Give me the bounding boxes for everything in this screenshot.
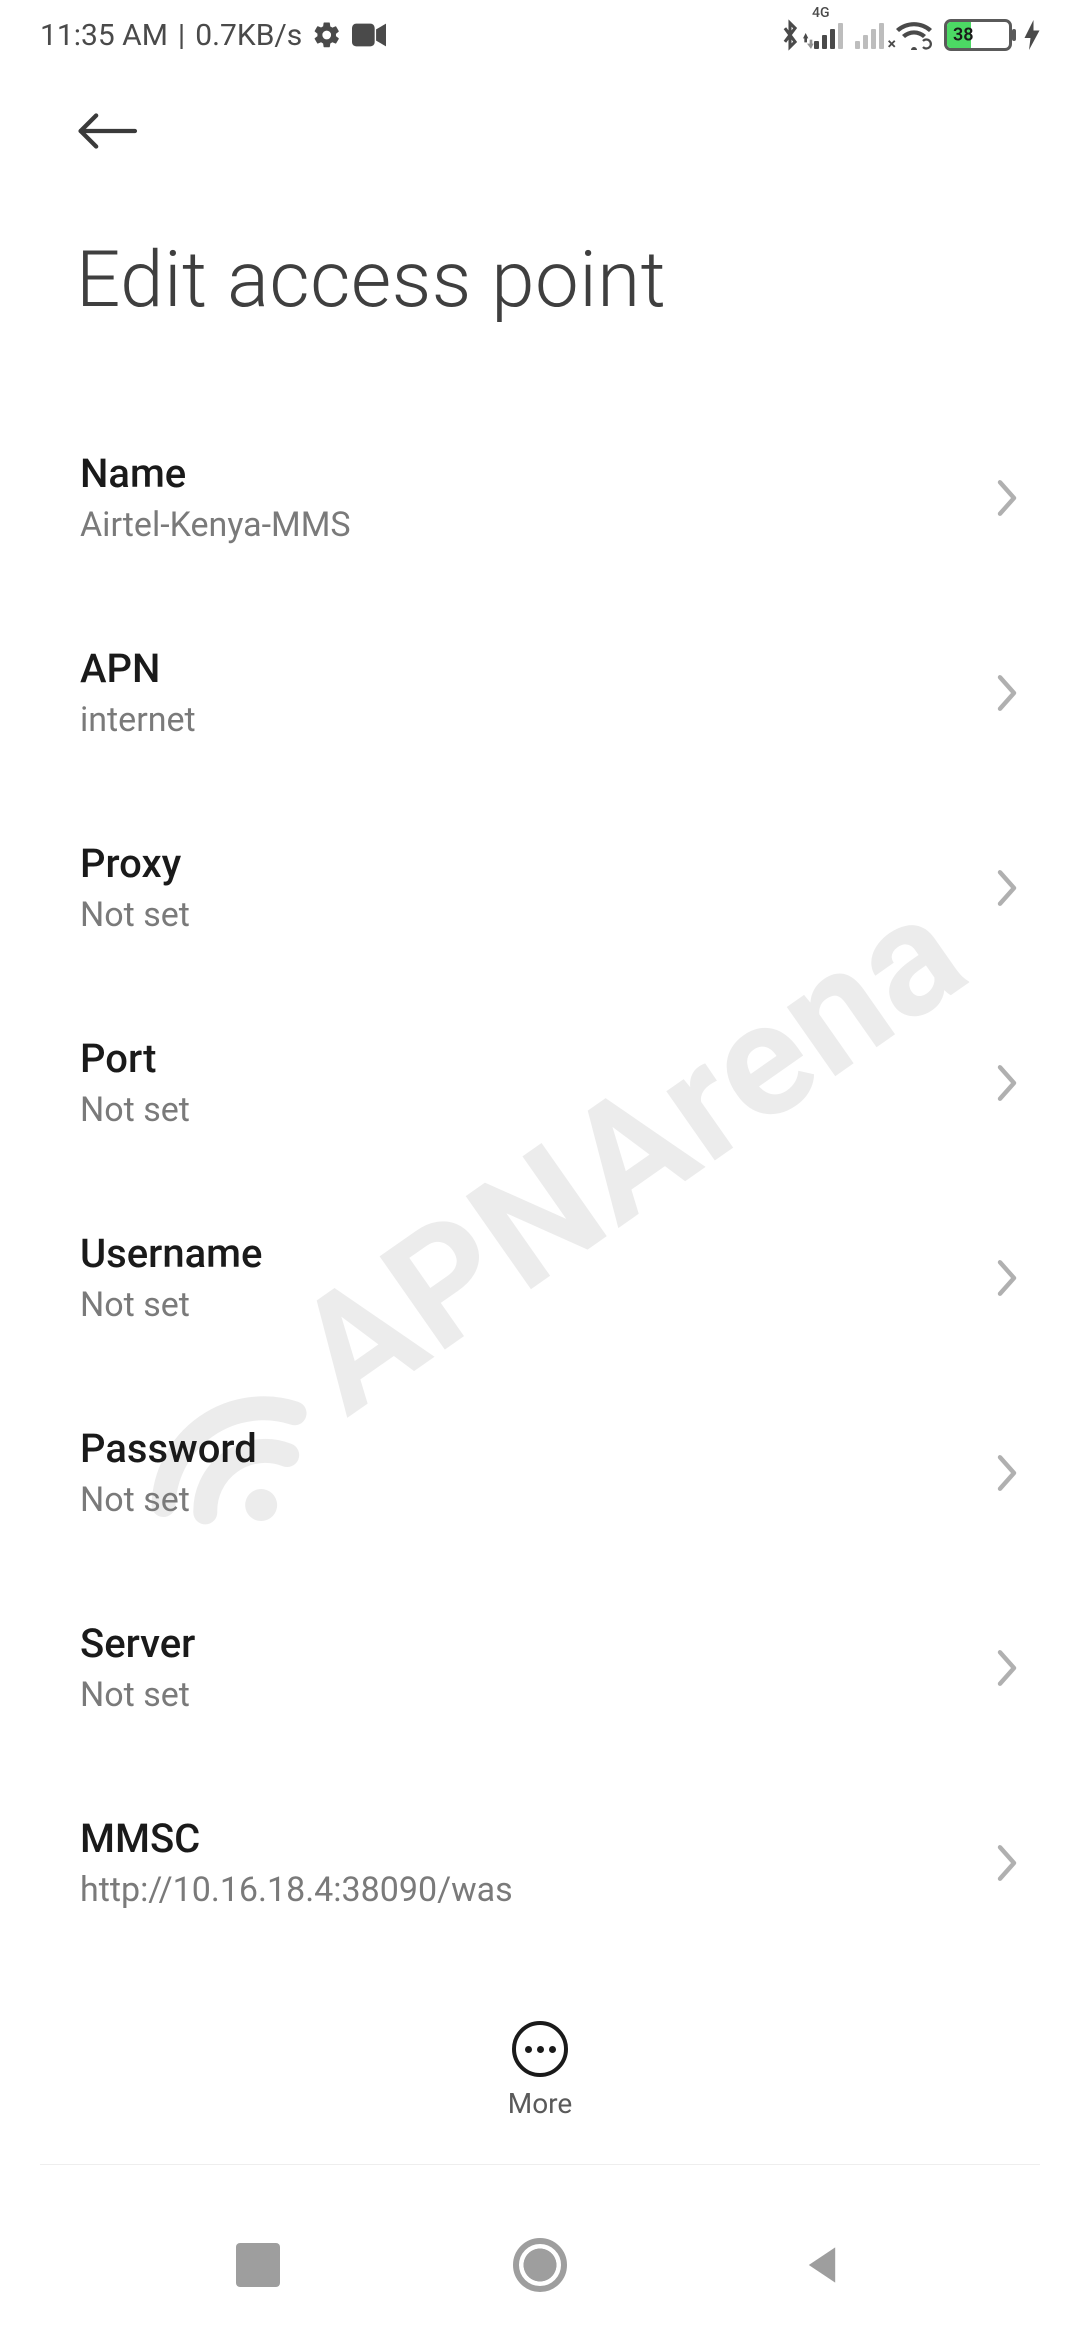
item-title: Name	[80, 450, 1000, 497]
status-left: 11:35 AM | 0.7KB/s	[40, 18, 386, 53]
wifi-icon	[896, 20, 932, 50]
apn-item-server[interactable]: Server Not set	[0, 1570, 1080, 1765]
status-right: 4G × 38	[778, 18, 1040, 52]
battery-percent: 38	[953, 25, 974, 46]
chevron-right-icon	[994, 1647, 1020, 1689]
nav-recent-button[interactable]	[236, 2243, 280, 2287]
chevron-right-icon	[994, 1452, 1020, 1494]
battery-icon: 38	[944, 19, 1012, 51]
item-title: MMSC	[80, 1815, 1000, 1862]
item-value: Not set	[80, 1675, 1000, 1715]
apn-item-mmsc[interactable]: MMSC http://10.16.18.4:38090/was	[0, 1765, 1080, 1960]
apn-item-apn[interactable]: APN internet	[0, 595, 1080, 790]
arrow-left-icon	[76, 110, 138, 152]
more-label: More	[508, 2087, 573, 2120]
settings-list: Name Airtel-Kenya-MMS APN internet Proxy…	[0, 400, 1080, 1990]
signal-sim1: 4G	[814, 21, 843, 49]
status-bar: 11:35 AM | 0.7KB/s 4G × 38	[0, 0, 1080, 70]
item-title: Proxy	[80, 840, 1000, 887]
more-button[interactable]: More	[0, 2021, 1080, 2120]
apn-item-username[interactable]: Username Not set	[0, 1180, 1080, 1375]
status-sep: |	[178, 18, 185, 53]
no-sim-x-icon: ×	[888, 34, 897, 53]
item-title: Server	[80, 1620, 1000, 1667]
apn-item-name[interactable]: Name Airtel-Kenya-MMS	[0, 400, 1080, 595]
bluetooth-icon	[778, 18, 802, 52]
chevron-right-icon	[994, 1842, 1020, 1884]
item-title: Password	[80, 1425, 1000, 1472]
video-icon	[352, 23, 386, 47]
signal-sim2: ×	[855, 21, 884, 49]
item-title: Port	[80, 1035, 1000, 1082]
apn-item-proxy[interactable]: Proxy Not set	[0, 790, 1080, 985]
item-value: Airtel-Kenya-MMS	[80, 505, 1000, 545]
apn-item-mms-proxy[interactable]: MMS proxy 10.16.18.77	[0, 1960, 1080, 1990]
item-value: http://10.16.18.4:38090/was	[80, 1870, 1000, 1910]
back-button[interactable]	[76, 110, 138, 156]
item-value: internet	[80, 700, 1000, 740]
data-arrows-icon	[800, 33, 814, 53]
apn-item-password[interactable]: Password Not set	[0, 1375, 1080, 1570]
navigation-bar	[0, 2190, 1080, 2340]
header	[76, 110, 138, 156]
page-title: Edit access point	[76, 235, 666, 326]
status-time: 11:35 AM	[40, 18, 168, 53]
charging-icon	[1024, 20, 1040, 50]
item-value: Not set	[80, 895, 1000, 935]
signal-4g-label: 4G	[812, 5, 830, 21]
triangle-left-icon	[800, 2243, 844, 2287]
item-value: Not set	[80, 1090, 1000, 1130]
item-title: Username	[80, 1230, 1000, 1277]
gear-icon	[312, 20, 342, 50]
bottom-divider	[40, 2164, 1040, 2165]
more-icon	[512, 2021, 568, 2077]
item-value: Not set	[80, 1480, 1000, 1520]
apn-item-port[interactable]: Port Not set	[0, 985, 1080, 1180]
chevron-right-icon	[994, 1062, 1020, 1104]
item-title: APN	[80, 645, 1000, 692]
chevron-right-icon	[994, 477, 1020, 519]
chevron-right-icon	[994, 672, 1020, 714]
nav-back-button[interactable]	[800, 2243, 844, 2287]
item-value: Not set	[80, 1285, 1000, 1325]
status-speed: 0.7KB/s	[195, 18, 302, 53]
nav-home-button[interactable]	[513, 2238, 567, 2292]
chevron-right-icon	[994, 867, 1020, 909]
chevron-right-icon	[994, 1257, 1020, 1299]
